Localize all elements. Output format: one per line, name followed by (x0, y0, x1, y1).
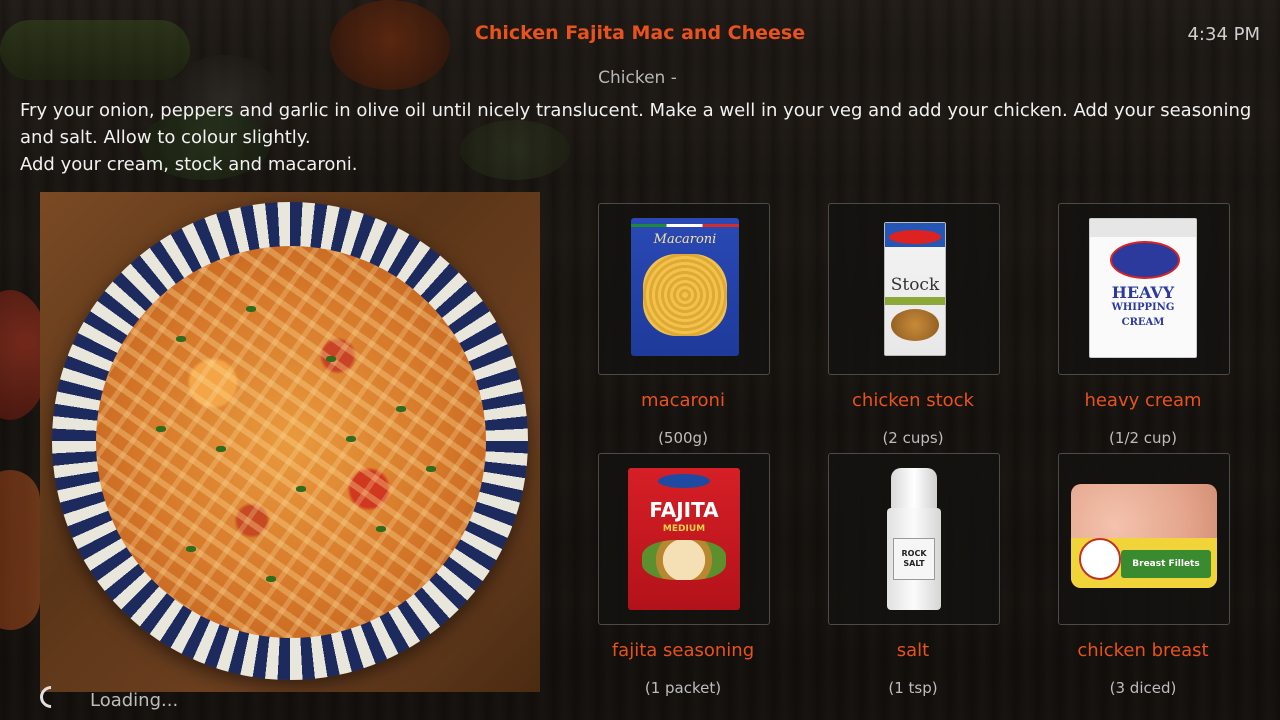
recipe-category: Chicken - (598, 68, 677, 88)
ingredient-name: chicken breast (1077, 640, 1209, 661)
salt-grinder-icon: ROCK SALT (887, 468, 941, 610)
ingredient-thumbnail: HEAVY WHIPPING CREAM (1058, 203, 1230, 375)
ingredient-quantity: (1/2 cup) (1109, 429, 1177, 447)
package-sublabel: WHIPPING CREAM (1111, 302, 1175, 328)
fajita-seasoning-packet-icon: FAJITA MEDIUM (628, 468, 740, 610)
heavy-cream-carton-icon: HEAVY WHIPPING CREAM (1089, 218, 1197, 358)
ingredient-card-heavy-cream[interactable]: HEAVY WHIPPING CREAM heavy cream (1/2 cu… (1058, 203, 1280, 448)
ingredient-name: heavy cream (1084, 390, 1202, 411)
dish-photo (40, 192, 540, 692)
ingredient-quantity: (1 tsp) (888, 679, 938, 697)
ingredient-quantity: (1 packet) (644, 679, 722, 697)
package-label: Macaroni (653, 232, 717, 247)
package-label: Stock (890, 275, 940, 295)
package-label: Breast Fillets (1121, 550, 1211, 578)
instruction-line: Fry your onion, peppers and garlic in ol… (20, 100, 1252, 148)
chicken-stock-carton-icon: Stock (884, 222, 946, 356)
ingredient-card-salt[interactable]: ROCK SALT salt (1 tsp) (828, 453, 1058, 698)
package-label: ROCK SALT (893, 538, 935, 580)
chicken-breast-package-icon: Breast Fillets (1071, 484, 1217, 588)
ingredient-name: salt (896, 640, 930, 661)
ingredient-quantity: (3 diced) (1109, 679, 1177, 697)
package-label: HEAVY (1111, 283, 1175, 302)
pasta (96, 246, 486, 638)
macaroni-package-icon: Macaroni (631, 218, 739, 356)
ingredient-grid: Macaroni macaroni (500g) Stock chicken s… (598, 203, 1230, 703)
ingredient-thumbnail: ROCK SALT (828, 453, 1000, 625)
package-sublabel: MEDIUM (662, 524, 706, 534)
bowl (52, 202, 528, 680)
ingredient-name: fajita seasoning (611, 640, 755, 661)
ingredient-card-chicken-stock[interactable]: Stock chicken stock (2 cups) (828, 203, 1058, 448)
ingredient-thumbnail: FAJITA MEDIUM (598, 453, 770, 625)
instruction-line: Add your cream, stock and macaroni. (20, 154, 358, 175)
recipe-instructions[interactable]: Fry your onion, peppers and garlic in ol… (20, 97, 1270, 187)
loading-text: Loading... (90, 690, 179, 711)
ingredient-thumbnail: Macaroni (598, 203, 770, 375)
package-label: FAJITA (649, 498, 719, 522)
ingredient-quantity: (500g) (658, 429, 708, 447)
ingredient-thumbnail: Stock (828, 203, 1000, 375)
clock: 4:34 PM (1187, 24, 1260, 45)
ingredient-name: macaroni (641, 390, 725, 411)
ingredient-quantity: (2 cups) (882, 429, 944, 447)
ingredient-card-macaroni[interactable]: Macaroni macaroni (500g) (598, 203, 828, 448)
ingredient-name: chicken stock (852, 390, 974, 411)
recipe-title: Chicken Fajita Mac and Cheese (474, 22, 806, 44)
ingredient-card-fajita-seasoning[interactable]: FAJITA MEDIUM fajita seasoning (1 packet… (598, 453, 828, 698)
ingredient-card-chicken-breast[interactable]: Breast Fillets chicken breast (3 diced) (1058, 453, 1280, 698)
ingredient-thumbnail: Breast Fillets (1058, 453, 1230, 625)
